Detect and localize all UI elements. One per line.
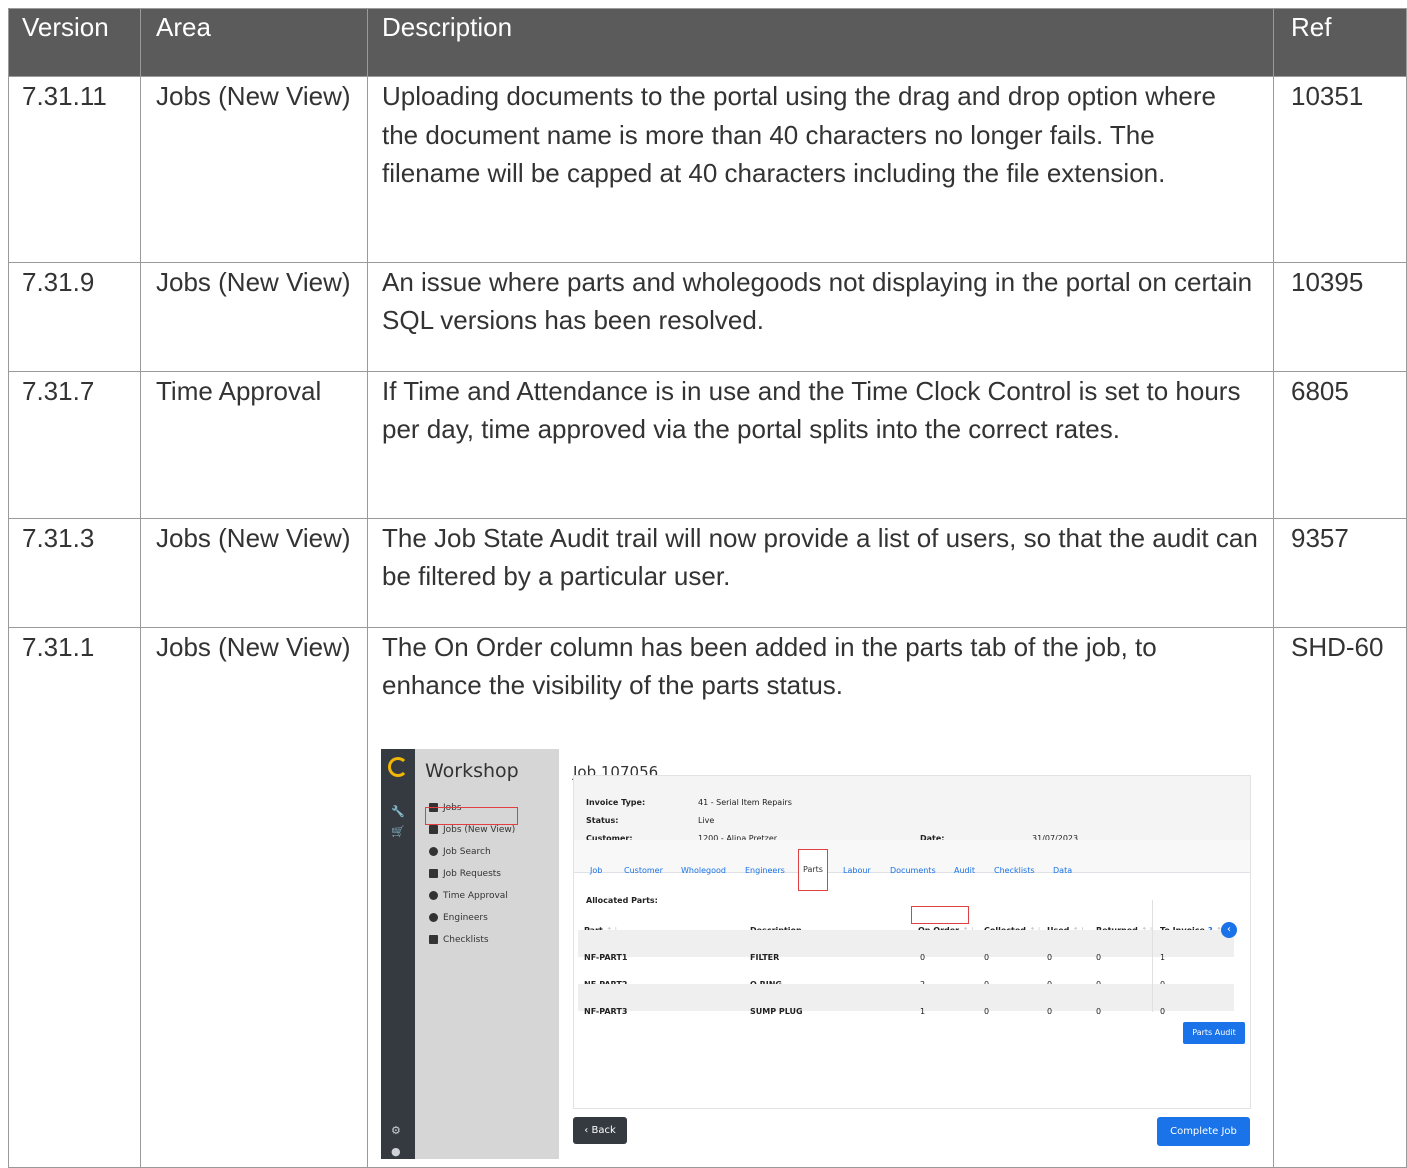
cell-ref: 10395 [1273,261,1407,372]
cell-area: Jobs (New View) [140,517,368,628]
table-header-row: Version Area Description Ref [8,8,1407,77]
workshop-logo-icon [388,756,408,777]
header-version: Version [8,8,141,77]
embedded-screenshot: 🔧 🛒 ⚙ ● Workshop Jobs Jobs (New View) Jo… [381,748,1259,1159]
collapse-panel-button[interactable]: ‹ [1221,921,1237,938]
cell-on-order: 1 [920,1006,926,1016]
cell-returned: 0 [1096,1006,1102,1016]
cell-area: Jobs (New View) [140,76,368,263]
complete-job-button[interactable]: Complete Job [1157,1116,1250,1146]
cell-version: 7.31.1 [8,626,141,1168]
cell-version: 7.31.3 [8,517,141,628]
cell-ref: 10351 [1273,76,1407,263]
app-rail: 🔧 🛒 ⚙ ● [381,748,415,1159]
header-ref: Ref [1273,8,1407,77]
table-row: 7.31.3 Jobs (New View) The Job State Aud… [8,517,1407,628]
cell-version: 7.31.11 [8,76,141,263]
cell-ref: 9357 [1273,517,1407,628]
cell-description: Uploading documents to the portal using … [367,76,1274,263]
cell-used: 0 [1047,1006,1053,1016]
cell-version: 7.31.7 [8,370,141,519]
table-row: 7.31.9 Jobs (New View) An issue where pa… [8,261,1407,372]
tab-engineers[interactable]: Engineers [745,852,785,891]
table-row: 7.31.7 Time Approval If Time and Attenda… [8,370,1407,519]
job-card: Invoice Type: 41 - Serial Item Repairs S… [573,774,1251,1109]
cell-description: SUMP PLUG [750,1006,803,1016]
table-row: 7.31.11 Jobs (New View) Uploading docume… [8,76,1407,263]
back-button[interactable]: ‹ Back [573,1116,627,1144]
table-row[interactable]: NF-PART3 SUMP PLUG 1 0 0 0 0 [578,983,1234,1016]
cell-area: Time Approval [140,370,368,519]
job-tabs: Job Customer Wholegood Engineers Parts L… [574,839,1250,892]
column-divider [1152,899,1153,1012]
cell-area: Jobs (New View) [140,261,368,372]
chevron-left-icon: ‹ [584,1124,589,1136]
cell-ref: SHD-60 [1273,626,1407,1168]
cell-to-invoice: 0 [1160,1006,1166,1016]
tab-labour[interactable]: Labour [843,852,871,891]
side-nav: Workshop Jobs Jobs (New View) Job Search… [415,748,559,1159]
table-row: 7.31.1 Jobs (New View) The On Order colu… [8,626,1407,1168]
cell-description: An issue where parts and wholegoods not … [367,261,1274,372]
basket-icon[interactable]: 🛒 [391,813,405,852]
cell-description: The Job State Audit trail will now provi… [367,517,1274,628]
highlight-box [911,905,969,924]
cell-area: Jobs (New View) [140,626,368,1168]
user-icon[interactable]: ● [391,1133,401,1159]
tab-parts[interactable]: Parts [798,848,828,892]
nav-item-checklists[interactable]: Checklists [429,921,489,960]
tab-documents[interactable]: Documents [890,852,936,891]
table-row[interactable]: NF-PART1 FILTER 0 0 0 0 1 [578,929,1234,962]
cell-collected: 0 [984,1006,990,1016]
tab-data[interactable]: Data [1053,852,1072,891]
header-description: Description [367,8,1274,77]
cell-ref: 6805 [1273,370,1407,519]
tab-checklists[interactable]: Checklists [994,852,1035,891]
cell-description: If Time and Attendance is in use and the… [367,370,1274,519]
release-notes-table: Version Area Description Ref 7.31.11 Job… [8,8,1407,1168]
header-area: Area [140,8,368,77]
cell-version: 7.31.9 [8,261,141,372]
table-row[interactable]: NF-PART2 O RING 2 0 0 0 0 [578,957,1234,989]
cell-part: NF-PART3 [584,1006,628,1016]
tab-audit[interactable]: Audit [954,852,975,891]
cell-description: The On Order column has been added in th… [367,626,1274,1168]
parts-audit-button[interactable]: Parts Audit [1183,1021,1245,1044]
brand-title: Workshop [425,759,519,782]
highlight-box [425,806,518,825]
job-main: Job 107056 Invoice Type: 41 - Serial Ite… [559,748,1259,1159]
tab-wholegood[interactable]: Wholegood [681,852,726,891]
description-text: The On Order column has been added in th… [382,631,1157,701]
job-summary: Invoice Type: 41 - Serial Item Repairs S… [574,775,1250,843]
checklist-icon [429,935,438,945]
chevron-left-icon: ‹ [1227,923,1231,935]
